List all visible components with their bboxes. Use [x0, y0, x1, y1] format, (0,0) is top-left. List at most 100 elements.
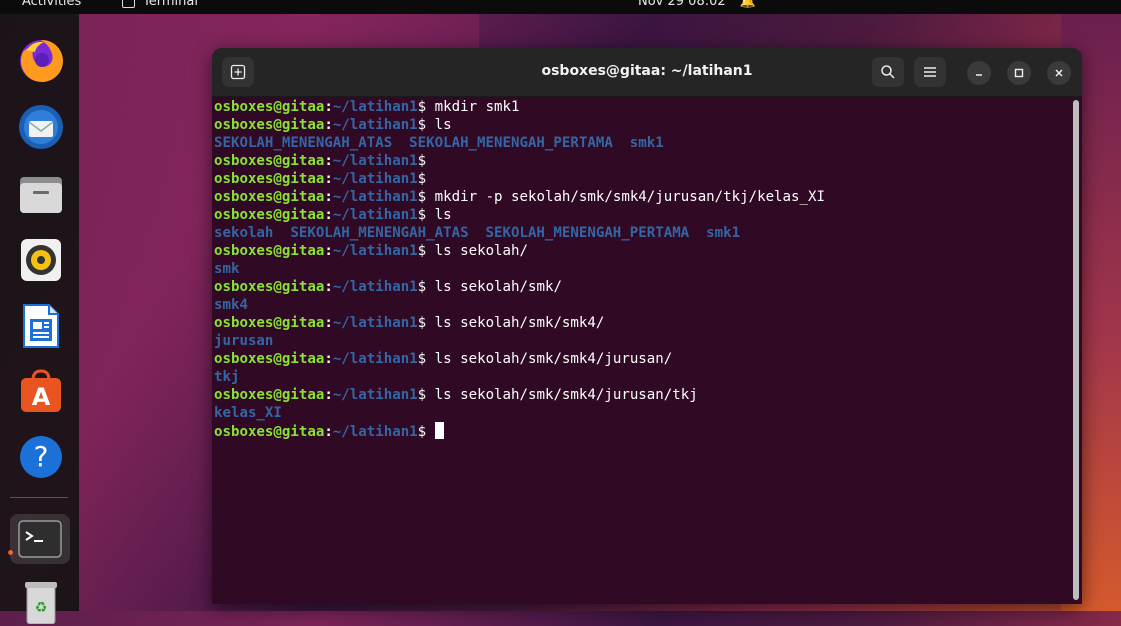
- bell-icon: 🔔: [739, 0, 756, 9]
- prompt-dollar: $: [417, 279, 435, 295]
- prompt-colon: :: [324, 171, 333, 187]
- hamburger-menu-icon: [924, 67, 936, 77]
- prompt-user: osboxes@gitaa: [214, 387, 325, 403]
- dock-item-terminal[interactable]: [10, 514, 70, 564]
- dock-item-writer[interactable]: [16, 301, 66, 351]
- files-icon: [20, 177, 62, 213]
- prompt-dollar: $: [417, 99, 435, 115]
- output-text: sekolah SEKOLAH_MENENGAH_ATAS SEKOLAH_ME…: [214, 225, 741, 241]
- prompt-colon: :: [324, 243, 333, 259]
- prompt-path: ~/latihan1: [332, 153, 418, 169]
- prompt-path: ~/latihan1: [332, 279, 418, 295]
- output-line: smk4: [214, 296, 1069, 314]
- thunderbird-icon: [19, 105, 63, 149]
- output-line: tkj: [214, 368, 1069, 386]
- prompt-user: osboxes@gitaa: [214, 99, 325, 115]
- dock-item-trash[interactable]: ♻: [16, 576, 66, 626]
- command-text: ls sekolah/smk/smk4/: [434, 315, 605, 331]
- prompt-path: ~/latihan1: [332, 117, 418, 133]
- prompt-user: osboxes@gitaa: [214, 171, 325, 187]
- prompt-user: osboxes@gitaa: [214, 351, 325, 367]
- prompt-dollar: $: [417, 189, 435, 205]
- dock-item-software[interactable]: A: [16, 366, 66, 416]
- help-icon: ?: [20, 436, 62, 478]
- terminal-output[interactable]: osboxes@gitaa:~/latihan1$ mkdir smk1 osbo…: [214, 98, 1069, 598]
- svg-text:♻: ♻: [35, 600, 48, 616]
- prompt-colon: :: [324, 279, 333, 295]
- clock[interactable]: Nov 29 08:02 🔔: [638, 0, 756, 9]
- prompt-path: ~/latihan1: [332, 171, 418, 187]
- prompt-colon: :: [324, 99, 333, 115]
- prompt-user: osboxes@gitaa: [214, 243, 325, 259]
- output-text: SEKOLAH_MENENGAH_ATAS SEKOLAH_MENENGAH_P…: [214, 135, 664, 151]
- prompt-path: ~/latihan1: [332, 315, 418, 331]
- dock-item-firefox[interactable]: [16, 36, 66, 86]
- software-icon: A: [21, 369, 61, 412]
- minimize-button[interactable]: [967, 61, 991, 85]
- output-text: smk: [214, 261, 240, 277]
- dock-item-files[interactable]: [16, 169, 66, 219]
- prompt-path: ~/latihan1: [332, 351, 418, 367]
- app-menu[interactable]: Terminal: [122, 0, 198, 9]
- prompt-path: ~/latihan1: [332, 99, 418, 115]
- terminal-app-icon: [122, 0, 135, 8]
- command-text: ls sekolah/smk/smk4/jurusan/tkj: [434, 387, 698, 403]
- svg-text:?: ?: [34, 440, 49, 473]
- close-icon: [1055, 69, 1063, 77]
- prompt-user: osboxes@gitaa: [214, 424, 325, 440]
- firefox-icon: [20, 39, 63, 82]
- prompt-line: osboxes@gitaa:~/latihan1$ ls sekolah/smk…: [214, 386, 1069, 404]
- activities-button[interactable]: Activities: [22, 0, 81, 9]
- menu-button[interactable]: [914, 57, 946, 87]
- dock-item-help[interactable]: ?: [16, 432, 66, 482]
- prompt-line: osboxes@gitaa:~/latihan1$ ls sekolah/smk…: [214, 278, 1069, 296]
- command-text: mkdir -p sekolah/smk/smk4/jurusan/tkj/ke…: [434, 189, 825, 205]
- dock-item-thunderbird[interactable]: [16, 102, 66, 152]
- prompt-dollar: $: [417, 387, 435, 403]
- prompt-dollar: $: [417, 207, 435, 223]
- prompt-colon: :: [324, 117, 333, 133]
- scrollbar[interactable]: [1073, 100, 1079, 600]
- command-text: ls: [434, 207, 452, 223]
- prompt-dollar: $: [417, 171, 435, 187]
- prompt-line: osboxes@gitaa:~/latihan1$: [214, 170, 1069, 188]
- prompt-colon: :: [324, 351, 333, 367]
- prompt-user: osboxes@gitaa: [214, 117, 325, 133]
- window-title: osboxes@gitaa: ~/latihan1: [541, 63, 753, 79]
- app-menu-label: Terminal: [143, 0, 198, 9]
- prompt-colon: :: [324, 387, 333, 403]
- prompt-line: osboxes@gitaa:~/latihan1$ ls: [214, 206, 1069, 224]
- prompt-path: ~/latihan1: [332, 387, 418, 403]
- terminal-titlebar[interactable]: osboxes@gitaa: ~/latihan1: [212, 48, 1082, 97]
- maximize-button[interactable]: [1007, 61, 1031, 85]
- output-line: jurusan: [214, 332, 1069, 350]
- prompt-line: osboxes@gitaa:~/latihan1$ mkdir -p sekol…: [214, 188, 1069, 206]
- command-text: ls sekolah/: [434, 243, 528, 259]
- output-text: jurusan: [214, 333, 274, 349]
- prompt-line: osboxes@gitaa:~/latihan1$ ls sekolah/: [214, 242, 1069, 260]
- prompt-line: osboxes@gitaa:~/latihan1$: [214, 152, 1069, 170]
- output-line: sekolah SEKOLAH_MENENGAH_ATAS SEKOLAH_ME…: [214, 224, 1069, 242]
- prompt-colon: :: [324, 189, 333, 205]
- text-cursor: [434, 422, 444, 439]
- prompt-line: osboxes@gitaa:~/latihan1$ ls: [214, 116, 1069, 134]
- search-button[interactable]: [872, 57, 904, 87]
- output-line: SEKOLAH_MENENGAH_ATAS SEKOLAH_MENENGAH_P…: [214, 134, 1069, 152]
- prompt-colon: :: [324, 315, 333, 331]
- prompt-user: osboxes@gitaa: [214, 207, 325, 223]
- close-button[interactable]: [1047, 61, 1071, 85]
- prompt-dollar: $: [417, 153, 435, 169]
- dock-item-rhythmbox[interactable]: [16, 235, 66, 285]
- output-text: smk4: [214, 297, 248, 313]
- trash-icon: ♻: [25, 582, 57, 624]
- output-text: tkj: [214, 369, 240, 385]
- minimize-icon: [976, 74, 982, 76]
- prompt-path: ~/latihan1: [332, 424, 418, 440]
- prompt-line: osboxes@gitaa:~/latihan1$ ls sekolah/smk…: [214, 314, 1069, 332]
- prompt-user: osboxes@gitaa: [214, 279, 325, 295]
- prompt-line: osboxes@gitaa:~/latihan1$: [214, 422, 1069, 440]
- clock-text: Nov 29 08:02: [638, 0, 726, 9]
- terminal-window[interactable]: osboxes@gitaa: ~/latihan1 osboxes@gitaa:…: [212, 48, 1082, 604]
- prompt-path: ~/latihan1: [332, 189, 418, 205]
- output-line: kelas_XI: [214, 404, 1069, 422]
